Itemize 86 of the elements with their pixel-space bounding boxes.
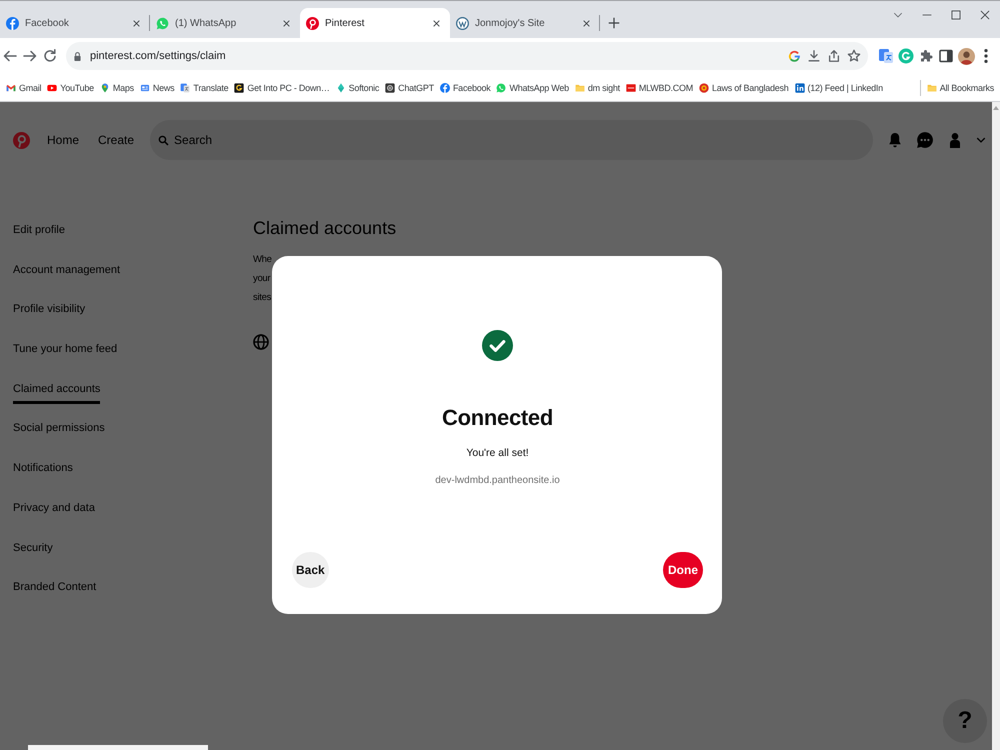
lock-icon[interactable] — [72, 50, 83, 62]
bookmark[interactable]: YouTube — [47, 82, 94, 92]
share-icon[interactable] — [827, 49, 841, 63]
bookmark[interactable]: dm sight — [574, 82, 620, 92]
newspaper-icon — [140, 82, 150, 92]
folder-icon — [574, 82, 585, 92]
chevron-down-icon[interactable] — [976, 135, 986, 145]
bookmark[interactable]: Get Into PC - Down… — [234, 82, 330, 92]
sidebar-link[interactable]: Account management — [13, 262, 120, 285]
avatar-icon[interactable] — [947, 132, 963, 148]
sidebar-link[interactable]: Tune your home feed — [13, 341, 118, 364]
bookmark[interactable]: Facebook — [440, 82, 490, 92]
avatar-icon[interactable] — [958, 48, 975, 64]
site-address: dev-lwdmbd.pantheonsite.io — [435, 474, 560, 488]
star-icon[interactable] — [847, 49, 861, 63]
bookmark[interactable]: Laws of Bangladesh — [698, 82, 789, 92]
translate-icon[interactable] — [878, 48, 894, 64]
search-icon — [158, 134, 170, 146]
chevron-down-icon[interactable] — [893, 10, 903, 20]
forward-icon[interactable] — [22, 48, 38, 64]
sidebar-link[interactable]: Security — [13, 540, 53, 562]
envelope-icon — [6, 82, 16, 92]
sidebar-link[interactable]: Social permissions — [13, 420, 105, 444]
bookmark-folder[interactable]: All Bookmarks — [926, 82, 994, 92]
nav-link[interactable]: Create — [98, 133, 134, 147]
f-logo-icon — [440, 82, 450, 92]
puzzle-icon[interactable] — [918, 48, 934, 64]
bookmark[interactable]: Gmail — [6, 82, 42, 92]
logo-tile-icon — [626, 82, 636, 92]
check-icon — [482, 330, 513, 361]
dialog-button[interactable]: Back — [292, 552, 329, 588]
back-icon[interactable] — [2, 48, 18, 64]
ring-tile-icon — [385, 82, 396, 92]
address-bar[interactable]: pinterest.com/settings/claim — [66, 42, 868, 70]
nav-link[interactable]: Home — [47, 133, 80, 147]
sidebar-link[interactable]: Branded Content — [13, 579, 96, 602]
bell-icon[interactable] — [887, 132, 903, 148]
scrollbar[interactable] — [992, 102, 1000, 750]
close-icon[interactable] — [282, 18, 291, 28]
dialog-title: Connected — [442, 404, 553, 432]
sidebar-link[interactable]: Claimed accounts — [13, 380, 100, 404]
pin-logo-icon — [306, 16, 319, 30]
globe-icon — [253, 334, 269, 350]
bookmark[interactable]: Maps — [100, 82, 134, 92]
diamond-icon — [336, 82, 346, 92]
chat-bubble-icon — [156, 16, 169, 30]
browser-tab[interactable]: (1) WhatsApp — [150, 8, 300, 38]
chat-icon[interactable] — [916, 131, 934, 149]
seal-icon — [698, 82, 709, 92]
maximize-icon[interactable] — [951, 10, 961, 20]
search-field[interactable]: Search — [150, 120, 873, 160]
scrollbar-thumb[interactable] — [28, 745, 208, 750]
bookmark[interactable]: Softonic — [336, 82, 380, 92]
close-icon[interactable] — [432, 18, 441, 28]
sidebar-link[interactable]: Edit profile — [13, 222, 65, 245]
bookmark[interactable]: (12) Feed | LinkedIn — [794, 82, 883, 92]
translate-icon — [180, 82, 190, 92]
side-panel-icon[interactable] — [938, 48, 954, 64]
close-icon[interactable] — [582, 18, 591, 28]
f-logo-icon — [6, 16, 19, 30]
sidebar-link[interactable]: Privacy and data — [13, 500, 95, 523]
bookmark[interactable]: WhatsApp Web — [496, 82, 569, 92]
page-title: Claimed accounts — [253, 217, 396, 240]
browser-tab[interactable]: Pinterest — [300, 8, 450, 38]
bookmark[interactable]: News — [140, 82, 174, 92]
square-logo-icon — [794, 82, 805, 92]
dialog-button[interactable]: Done — [663, 552, 703, 588]
bookmark[interactable]: ChatGPT — [385, 82, 434, 92]
sidebar-link[interactable]: Profile visibility — [13, 301, 86, 324]
sidebar-link[interactable]: Notifications — [13, 460, 73, 484]
play-icon — [47, 82, 58, 92]
bookmark[interactable]: Translate — [180, 82, 228, 92]
folder-icon — [926, 82, 937, 92]
close-icon[interactable] — [980, 10, 990, 20]
logo-tile-icon — [234, 82, 244, 92]
g-logo-icon[interactable] — [788, 50, 801, 62]
download-icon[interactable] — [807, 49, 821, 63]
close-icon[interactable] — [132, 18, 141, 28]
map-pin-icon — [100, 82, 110, 92]
bookmark[interactable]: MLWBD.COM — [626, 82, 693, 92]
plus-icon[interactable] — [608, 17, 620, 29]
description-text: Whe your sites — [253, 253, 272, 305]
chat-bubble-icon — [496, 82, 506, 92]
reload-icon[interactable] — [42, 48, 58, 64]
w-logo-icon — [456, 16, 469, 30]
dialog-message: You're all set! — [466, 446, 529, 461]
